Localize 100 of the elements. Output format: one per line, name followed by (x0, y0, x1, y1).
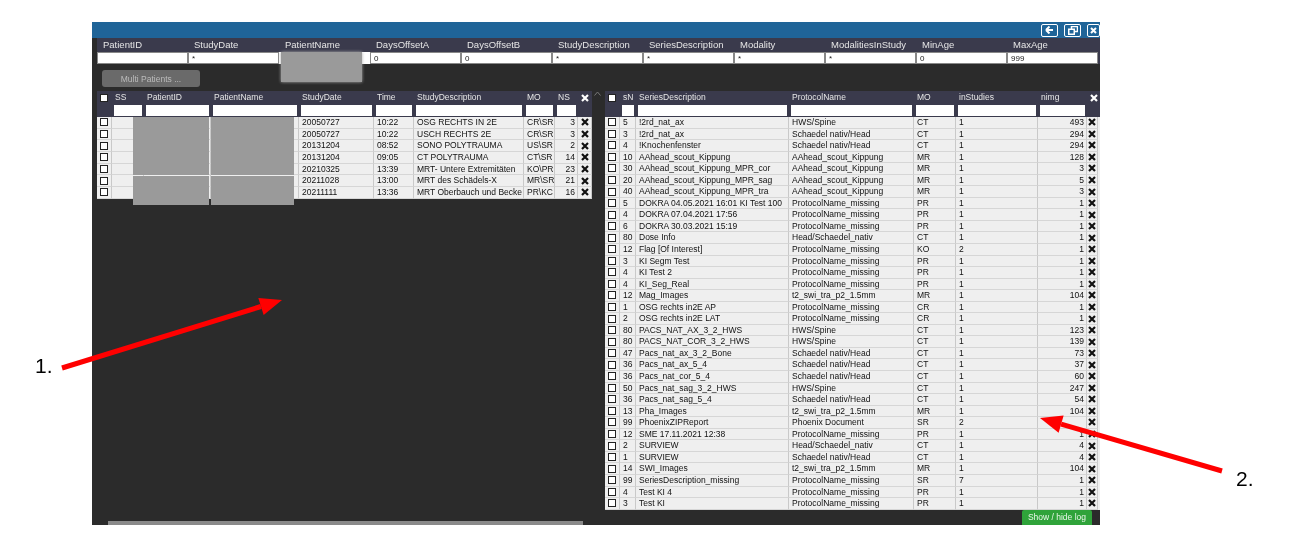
row-checkbox[interactable] (100, 130, 108, 139)
delete-icon[interactable] (1088, 141, 1096, 150)
column-filter-field[interactable] (791, 105, 912, 116)
delete-icon[interactable] (1088, 303, 1096, 311)
row-checkbox[interactable] (608, 210, 616, 219)
column-filter-field[interactable] (958, 105, 1036, 116)
close-icon[interactable] (581, 93, 589, 102)
row-checkbox[interactable] (608, 395, 616, 404)
row-checkbox[interactable] (608, 176, 616, 184)
delete-icon[interactable] (1088, 487, 1096, 496)
row-checkbox[interactable] (608, 152, 616, 161)
column-header[interactable]: NS (555, 91, 578, 104)
column-header[interactable]: inStudies (956, 91, 1038, 104)
column-header[interactable]: PatientID (144, 91, 211, 104)
column-filter-field[interactable] (526, 105, 553, 116)
row-checkbox[interactable] (100, 188, 108, 197)
row-checkbox[interactable] (100, 118, 108, 127)
row-checkbox[interactable] (608, 141, 616, 150)
delete-icon[interactable] (1088, 118, 1096, 127)
close-icon[interactable] (1090, 93, 1098, 102)
column-header[interactable]: MO (524, 91, 555, 104)
row-checkbox[interactable] (608, 487, 616, 496)
delete-icon[interactable] (1088, 222, 1096, 231)
back-button[interactable] (1041, 23, 1058, 37)
row-checkbox[interactable] (608, 256, 616, 265)
row-checkbox[interactable] (100, 153, 108, 162)
filter-field[interactable]: 999 (1007, 52, 1098, 64)
delete-icon[interactable] (1088, 406, 1096, 415)
delete-icon[interactable] (1088, 199, 1096, 208)
delete-icon[interactable] (1088, 349, 1096, 358)
column-filter-field[interactable] (114, 105, 142, 116)
row-checkbox[interactable] (608, 383, 616, 392)
row-checkbox[interactable] (608, 464, 616, 473)
row-checkbox[interactable] (608, 430, 616, 439)
row-checkbox[interactable] (608, 233, 616, 242)
delete-icon[interactable] (1088, 268, 1096, 277)
row-checkbox[interactable] (608, 418, 616, 427)
delete-icon[interactable] (1088, 372, 1096, 381)
column-header[interactable]: StudyDate (299, 91, 374, 104)
delete-icon[interactable] (580, 188, 589, 197)
delete-icon[interactable] (1088, 430, 1096, 439)
delete-icon[interactable] (1088, 187, 1096, 196)
delete-icon[interactable] (580, 141, 589, 150)
row-checkbox[interactable] (608, 360, 616, 369)
delete-icon[interactable] (1088, 152, 1096, 161)
column-filter-field[interactable] (376, 105, 412, 116)
delete-icon[interactable] (1088, 279, 1096, 288)
row-checkbox[interactable] (608, 476, 616, 485)
row-checkbox[interactable] (608, 187, 616, 196)
column-filter-field[interactable] (416, 105, 522, 116)
delete-icon[interactable] (1088, 418, 1096, 427)
delete-icon[interactable] (580, 176, 589, 185)
row-checkbox[interactable] (608, 406, 616, 415)
delete-icon[interactable] (1088, 129, 1096, 138)
row-checkbox[interactable] (608, 337, 616, 346)
delete-icon[interactable] (1088, 464, 1096, 473)
row-checkbox[interactable] (608, 314, 616, 323)
delete-icon[interactable] (580, 118, 589, 127)
row-checkbox[interactable] (608, 291, 616, 300)
row-checkbox[interactable] (608, 245, 616, 254)
filter-field[interactable] (97, 52, 188, 64)
delete-icon[interactable] (580, 130, 589, 139)
column-filter-field[interactable] (916, 105, 954, 116)
column-header[interactable]: SS (112, 91, 144, 104)
filter-field[interactable]: * (825, 52, 916, 64)
column-filter-field[interactable] (146, 105, 209, 116)
filter-field[interactable]: 0 (916, 52, 1007, 64)
filter-field[interactable]: 0 (461, 52, 552, 64)
column-header[interactable]: SeriesDescription (636, 91, 789, 104)
delete-icon[interactable] (1088, 314, 1096, 323)
restore-button[interactable] (1064, 23, 1081, 37)
column-header[interactable]: ProtocolName (789, 91, 914, 104)
column-filter-field[interactable] (638, 105, 787, 116)
row-checkbox[interactable] (608, 199, 616, 208)
delete-icon[interactable] (1088, 256, 1096, 265)
delete-icon[interactable] (1088, 383, 1096, 392)
horizontal-scrollbar[interactable] (108, 521, 583, 525)
row-checkbox[interactable] (608, 303, 616, 311)
column-header[interactable]: MO (914, 91, 956, 104)
column-filter-field[interactable] (213, 105, 297, 116)
delete-icon[interactable] (1088, 499, 1096, 508)
column-header[interactable]: nimg (1038, 91, 1087, 104)
filter-field[interactable]: * (552, 52, 643, 64)
delete-icon[interactable] (1088, 453, 1096, 462)
row-checkbox[interactable] (608, 326, 616, 335)
row-checkbox[interactable] (608, 372, 616, 381)
delete-icon[interactable] (1088, 441, 1096, 450)
delete-icon[interactable] (1088, 326, 1096, 335)
delete-icon[interactable] (1088, 245, 1096, 254)
delete-icon[interactable] (580, 153, 589, 162)
row-checkbox[interactable] (608, 129, 616, 138)
column-header[interactable]: sN (620, 91, 636, 104)
delete-icon[interactable] (1088, 360, 1096, 369)
row-checkbox[interactable] (100, 165, 108, 174)
delete-icon[interactable] (1088, 337, 1096, 346)
column-filter-field[interactable] (557, 105, 576, 116)
delete-icon[interactable] (1088, 233, 1096, 242)
delete-icon[interactable] (1088, 176, 1096, 184)
column-header[interactable]: Time (374, 91, 414, 104)
filter-field[interactable]: * (734, 52, 825, 64)
